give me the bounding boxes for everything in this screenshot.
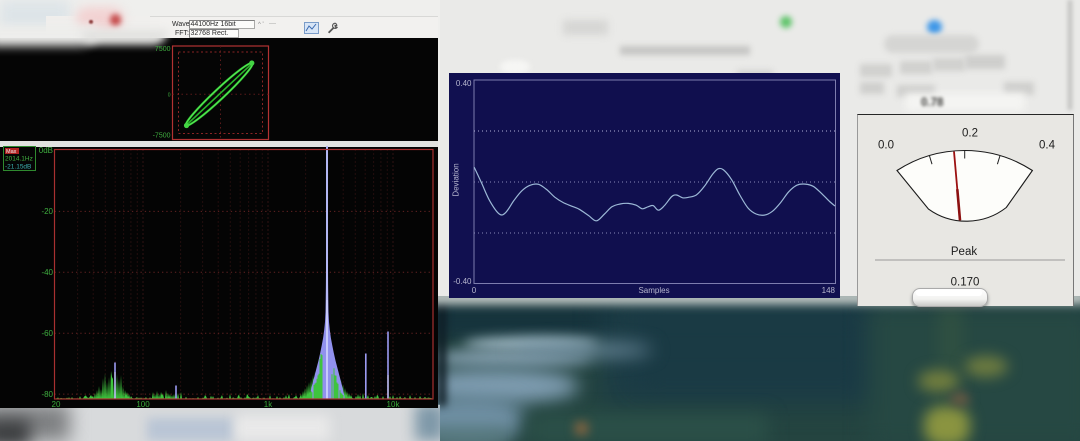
- svg-text:20: 20: [52, 400, 61, 409]
- svg-text:2014.1Hz: 2014.1Hz: [5, 156, 33, 163]
- svg-text:-20: -20: [41, 207, 53, 216]
- svg-text:100: 100: [136, 400, 150, 409]
- svg-text:148: 148: [821, 286, 835, 295]
- svg-text:Max: Max: [6, 149, 17, 155]
- svg-text:0.4: 0.4: [1039, 139, 1056, 151]
- svg-text:-40: -40: [41, 268, 53, 277]
- svg-text:-60: -60: [41, 329, 53, 338]
- svg-text:10k: 10k: [387, 400, 401, 409]
- svg-text:0.0: 0.0: [878, 139, 894, 151]
- svg-text:-0.40: -0.40: [453, 277, 472, 286]
- svg-text:Peak: Peak: [951, 246, 977, 258]
- svg-text:0dB: 0dB: [39, 146, 53, 155]
- svg-text:Samples: Samples: [638, 286, 669, 295]
- svg-text:-80: -80: [41, 390, 53, 399]
- svg-text:0.40: 0.40: [455, 79, 471, 88]
- svg-text:0.170: 0.170: [951, 276, 980, 288]
- svg-text:-21.15dB: -21.15dB: [5, 164, 31, 171]
- svg-text:0: 0: [471, 286, 476, 295]
- svg-text:Deviation: Deviation: [451, 163, 460, 196]
- svg-text:0.2: 0.2: [962, 127, 978, 139]
- svg-text:1k: 1k: [264, 400, 273, 409]
